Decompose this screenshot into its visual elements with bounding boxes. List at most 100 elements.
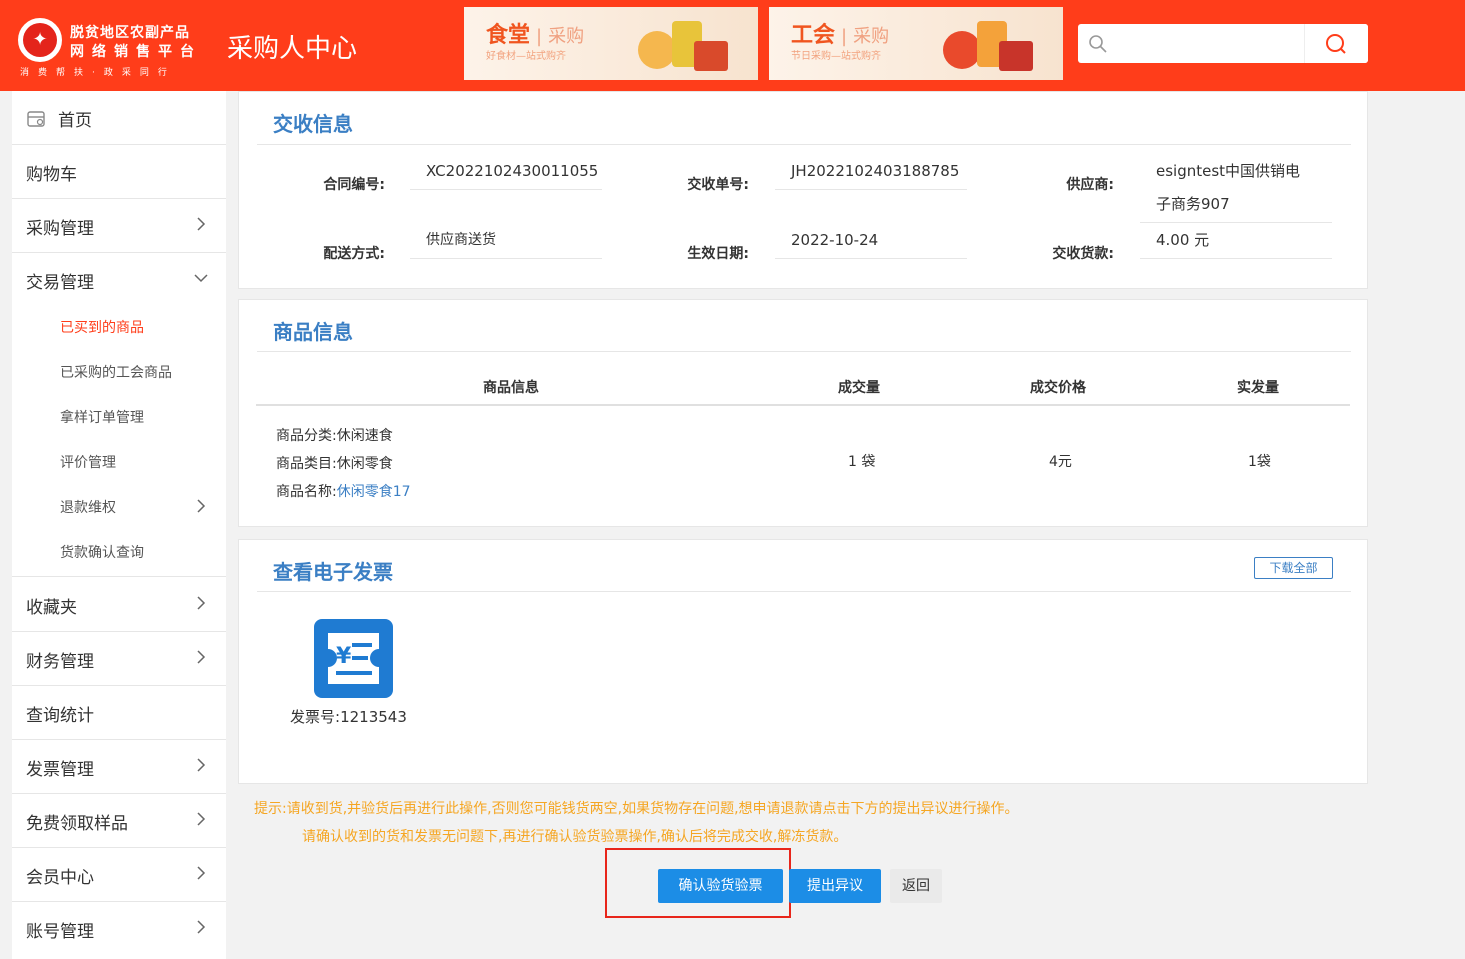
banner-union[interactable]: 工会 | 采购 节日采购—站式购齐 bbox=[769, 7, 1063, 80]
chevron-right-icon bbox=[197, 499, 206, 513]
sidebar-subitem-refunds[interactable]: 退款维权 bbox=[12, 484, 226, 529]
sidebar-subitem-label: 退款维权 bbox=[60, 500, 116, 516]
banner-gift-image bbox=[943, 15, 1033, 75]
goods-class: 商品类目:休闲零食 bbox=[276, 456, 393, 472]
sidebar-subitem-sample-orders[interactable]: 拿样订单管理 bbox=[12, 394, 226, 439]
sidebar-item-member-center[interactable]: 会员中心 bbox=[12, 848, 226, 902]
divider bbox=[257, 144, 1351, 145]
sidebar-subitem-label: 拿样订单管理 bbox=[60, 410, 144, 426]
effective-date-label: 生效日期: bbox=[687, 246, 749, 262]
sidebar: 首页 购物车 采购管理 交易管理 已买到的商品 已采购的工会商品 拿样订单管理 … bbox=[12, 91, 226, 959]
sidebar-item-purchase[interactable]: 采购管理 bbox=[12, 199, 226, 253]
banner-food-image bbox=[638, 15, 728, 75]
goods-quantity: 1 袋 bbox=[848, 454, 876, 470]
supplier-value-line1: esigntest中国供销电 bbox=[1156, 162, 1301, 180]
payment-label: 交收货款: bbox=[1052, 246, 1114, 262]
contract-no-value: XC2022102430011055 bbox=[410, 160, 602, 190]
invoice-panel: 查看电子发票 bbox=[238, 539, 1368, 784]
sidebar-item-label: 财务管理 bbox=[26, 652, 94, 672]
brand-line1: 脱贫地区农副产品 bbox=[70, 25, 190, 41]
chevron-right-icon bbox=[197, 650, 206, 664]
sidebar-item-label: 会员中心 bbox=[26, 868, 94, 888]
goods-price: 4元 bbox=[1049, 454, 1072, 470]
invoice-number: 发票号:1213543 bbox=[290, 708, 407, 726]
tip-line2: 请确认收到的货和发票无问题下,再进行确认验货验票操作,确认后将完成交收,解冻货款… bbox=[302, 829, 848, 845]
invoice-title: 查看电子发票 bbox=[273, 560, 393, 584]
confirm-inspection-button[interactable]: 确认验货验票 bbox=[658, 869, 783, 903]
chevron-right-icon bbox=[197, 920, 206, 934]
table-header-divider bbox=[256, 404, 1350, 406]
platform-logo[interactable]: ✦ bbox=[18, 18, 62, 62]
column-header-goods: 商品信息 bbox=[483, 380, 539, 396]
goods-info-title: 商品信息 bbox=[273, 320, 353, 344]
chevron-right-icon bbox=[197, 217, 206, 231]
sidebar-subitem-union-goods[interactable]: 已采购的工会商品 bbox=[12, 349, 226, 394]
sidebar-item-finance[interactable]: 财务管理 bbox=[12, 632, 226, 686]
chevron-right-icon bbox=[197, 866, 206, 880]
sidebar-subitem-bought-goods[interactable]: 已买到的商品 bbox=[12, 304, 226, 349]
brand-line3: 消费帮扶·政采同行 bbox=[20, 68, 176, 78]
sidebar-item-label: 发票管理 bbox=[26, 760, 94, 780]
sidebar-item-label: 收藏夹 bbox=[26, 598, 77, 618]
receipt-info-panel: 交收信息 bbox=[238, 91, 1368, 289]
chevron-down-icon bbox=[194, 274, 208, 283]
logo-emblem-icon: ✦ bbox=[23, 23, 57, 57]
invoice-yuan-icon: ¥ bbox=[328, 633, 379, 684]
banner-union-title: 工会 | 采购 bbox=[791, 23, 890, 48]
invoice-icon[interactable]: ¥ bbox=[314, 619, 393, 698]
chevron-right-icon bbox=[197, 812, 206, 826]
column-header-shipped: 实发量 bbox=[1237, 380, 1279, 396]
payment-value: 4.00 元 bbox=[1140, 229, 1332, 259]
sidebar-item-account[interactable]: 账号管理 bbox=[12, 902, 226, 956]
column-header-quantity: 成交量 bbox=[838, 380, 880, 396]
chevron-right-icon bbox=[197, 758, 206, 772]
delivery-label: 配送方式: bbox=[323, 246, 385, 262]
goods-name: 商品名称:休闲零食17 bbox=[276, 484, 411, 500]
contract-no-label: 合同编号: bbox=[323, 177, 385, 193]
divider bbox=[257, 351, 1351, 352]
banner-union-subtitle: 节日采购—站式购齐 bbox=[791, 51, 881, 62]
sidebar-item-label: 查询统计 bbox=[26, 706, 94, 726]
sidebar-subitem-reviews[interactable]: 评价管理 bbox=[12, 439, 226, 484]
search-button[interactable] bbox=[1304, 24, 1368, 63]
sidebar-item-trade[interactable]: 交易管理 bbox=[12, 253, 226, 307]
banner-canteen[interactable]: 食堂 | 采购 好食材—站式购齐 bbox=[464, 7, 758, 80]
goods-shipped: 1袋 bbox=[1248, 454, 1271, 470]
sidebar-item-label: 购物车 bbox=[26, 165, 77, 185]
sidebar-item-label: 账号管理 bbox=[26, 922, 94, 942]
sidebar-item-home[interactable]: 首页 bbox=[12, 91, 226, 145]
search-submit-icon bbox=[1326, 34, 1346, 54]
receipt-no-value: JH2022102403188785 bbox=[775, 160, 967, 190]
home-icon bbox=[27, 111, 45, 127]
sidebar-subitem-label: 已买到的商品 bbox=[60, 320, 144, 336]
sidebar-subitem-payment-query[interactable]: 货款确认查询 bbox=[12, 529, 226, 577]
sidebar-item-label: 免费领取样品 bbox=[26, 814, 128, 834]
sidebar-item-free-samples[interactable]: 免费领取样品 bbox=[12, 794, 226, 848]
page-center-title: 采购人中心 bbox=[227, 34, 358, 64]
brand-line2: 网络销售平台 bbox=[70, 44, 202, 60]
receipt-info-title: 交收信息 bbox=[273, 112, 353, 136]
sidebar-item-label: 首页 bbox=[58, 111, 92, 131]
goods-name-link[interactable]: 休闲零食17 bbox=[337, 484, 411, 500]
raise-objection-button[interactable]: 提出异议 bbox=[789, 869, 881, 903]
sidebar-item-statistics[interactable]: 查询统计 bbox=[12, 686, 226, 740]
download-all-button[interactable]: 下载全部 bbox=[1254, 557, 1333, 579]
svg-text:¥: ¥ bbox=[336, 644, 352, 669]
sidebar-item-label: 交易管理 bbox=[26, 273, 94, 293]
delivery-value: 供应商送货 bbox=[410, 229, 602, 259]
effective-date-value: 2022-10-24 bbox=[775, 229, 967, 259]
sidebar-subitem-label: 评价管理 bbox=[60, 455, 116, 471]
tip-line1: 提示:请收到货,并验货后再进行此操作,否则您可能钱货两空,如果货物存在问题,想申… bbox=[254, 801, 1019, 817]
supplier-label: 供应商: bbox=[1066, 177, 1114, 193]
divider bbox=[257, 591, 1351, 592]
banner-canteen-subtitle: 好食材—站式购齐 bbox=[486, 51, 566, 62]
sidebar-item-invoices[interactable]: 发票管理 bbox=[12, 740, 226, 794]
supplier-value-line2: 子商务907 bbox=[1140, 193, 1332, 223]
sidebar-subitem-label: 货款确认查询 bbox=[60, 545, 144, 561]
column-header-price: 成交价格 bbox=[1030, 380, 1086, 396]
banner-canteen-title: 食堂 | 采购 bbox=[486, 23, 585, 48]
goods-category: 商品分类:休闲速食 bbox=[276, 428, 393, 444]
sidebar-item-favorites[interactable]: 收藏夹 bbox=[12, 578, 226, 632]
sidebar-item-cart[interactable]: 购物车 bbox=[12, 145, 226, 199]
back-button[interactable]: 返回 bbox=[890, 869, 942, 903]
